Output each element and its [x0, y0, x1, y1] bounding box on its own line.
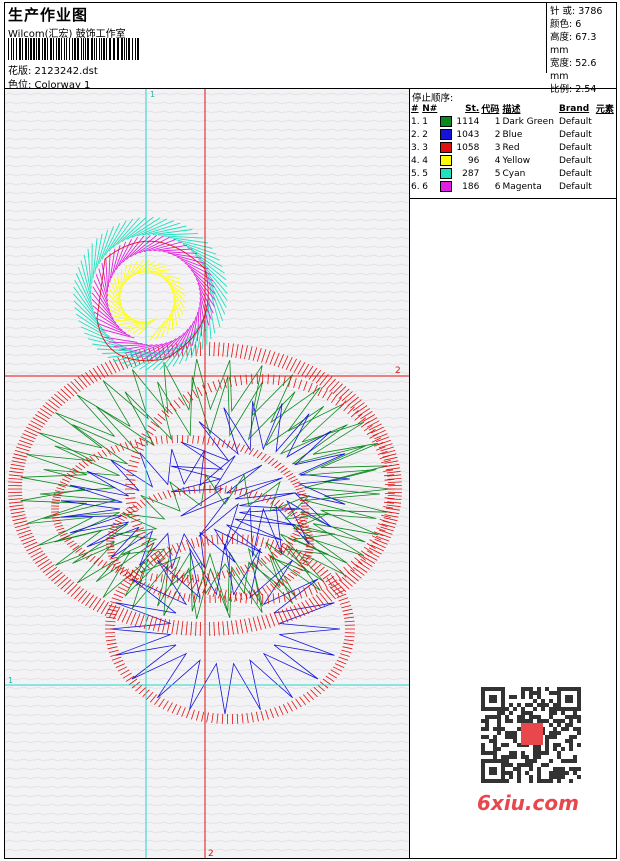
row-stitches: 287 — [462, 168, 480, 179]
row-index: 4. — [411, 155, 420, 166]
row-index: 1. — [411, 116, 420, 127]
col-num: N# — [422, 103, 438, 114]
barcode — [8, 38, 139, 60]
col-desc: 描述 — [502, 105, 521, 115]
embroidery-drawing: 1 2 1 2 — [5, 89, 409, 858]
color-table-header: # N# St. 代码 描述 Brand 元素 — [410, 102, 616, 116]
color-swatch — [440, 155, 453, 166]
stat-stitches: 针 或: 3786 — [550, 6, 603, 17]
color-row: 5. 5 287 5 Cyan Default — [410, 167, 616, 180]
row-code: 5 — [494, 168, 501, 179]
row-stitches: 1114 — [456, 116, 480, 127]
row-brand: Default — [558, 155, 592, 166]
row-description: Red — [502, 142, 520, 153]
color-row: 4. 4 96 4 Yellow Default — [410, 154, 616, 167]
row-code: 1 — [494, 116, 501, 127]
row-index: 5. — [411, 168, 420, 179]
worksheet: 生产作业图 Wilcom(汇宏) 鼓饰工作室 花版: 2123242.dst 色… — [4, 2, 617, 859]
col-stitches: St. — [465, 103, 480, 114]
color-swatch — [440, 116, 453, 127]
row-brand: Default — [558, 168, 592, 179]
qr-code-image — [479, 685, 583, 785]
row-element — [595, 167, 616, 180]
row-number: 1 — [422, 116, 428, 127]
color-swatch — [440, 168, 453, 179]
row-description: Cyan — [502, 168, 526, 179]
row-description: Yellow — [502, 155, 531, 166]
color-swatch — [440, 129, 453, 140]
row-description: Magenta — [502, 181, 542, 192]
row-element — [595, 180, 616, 193]
row-index: 3. — [411, 142, 420, 153]
row-stitches: 96 — [467, 155, 480, 166]
row-code: 4 — [494, 155, 501, 166]
row-swatch — [439, 154, 454, 167]
color-swatch — [440, 181, 453, 192]
stat-width: 宽度: 52.6 mm — [550, 58, 597, 82]
row-swatch — [439, 141, 454, 154]
row-number: 5 — [422, 168, 428, 179]
row-swatch — [439, 115, 454, 128]
row-swatch — [439, 128, 454, 141]
stats-box: 针 或: 3786 颜色: 6 高度: 67.3 mm 宽度: 52.6 mm … — [546, 3, 616, 95]
watermark: 6xiu.com — [471, 681, 589, 821]
row-element — [595, 115, 616, 128]
col-element: 元素 — [595, 105, 614, 115]
color-row: 1. 1 1114 1 Dark Green Default — [410, 115, 616, 128]
color-swatch — [440, 142, 453, 153]
row-description: Blue — [502, 129, 523, 140]
guide-label-left-1: 1 — [8, 676, 13, 685]
row-code: 6 — [494, 181, 501, 192]
col-code: 代码 — [481, 105, 500, 115]
row-stitches: 1058 — [456, 142, 480, 153]
row-number: 4 — [422, 155, 428, 166]
color-row: 6. 6 186 6 Magenta Default — [410, 180, 616, 193]
color-row: 3. 3 1058 3 Red Default — [410, 141, 616, 154]
row-stitches: 1043 — [456, 129, 480, 140]
row-stitches: 186 — [462, 181, 480, 192]
color-row: 2. 2 1043 2 Blue Default — [410, 128, 616, 141]
row-description: Dark Green — [502, 116, 554, 127]
header: 生产作业图 Wilcom(汇宏) 鼓饰工作室 花版: 2123242.dst 色… — [5, 3, 616, 95]
page-title: 生产作业图 — [8, 6, 89, 24]
stat-colors: 颜色: 6 — [550, 19, 582, 30]
row-number: 2 — [422, 129, 428, 140]
row-swatch — [439, 180, 454, 193]
guide-label-right-2: 2 — [395, 366, 401, 376]
design-canvas: 1 2 1 2 — [5, 89, 410, 858]
row-number: 6 — [422, 181, 428, 192]
guide-label-bottom-2: 2 — [208, 849, 214, 858]
row-index: 6. — [411, 181, 420, 192]
row-brand: Default — [558, 181, 592, 192]
row-swatch — [439, 167, 454, 180]
row-brand: Default — [558, 116, 592, 127]
color-table: # N# St. 代码 描述 Brand 元素 1. 1 1114 1 Dark Gre… — [410, 102, 616, 193]
row-code: 3 — [494, 142, 501, 153]
row-element — [595, 154, 616, 167]
row-number: 3 — [422, 142, 428, 153]
row-element — [595, 141, 616, 154]
row-element — [595, 128, 616, 141]
row-code: 2 — [494, 129, 501, 140]
row-brand: Default — [558, 129, 592, 140]
stat-height: 高度: 67.3 mm — [550, 32, 597, 56]
stop-sequence-panel: 停止顺序: # N# St. 代码 描述 Brand 元素 1. 1 1114 1 Da… — [410, 89, 616, 199]
row-brand: Default — [558, 142, 592, 153]
col-idx: # — [411, 103, 419, 114]
row-index: 2. — [411, 129, 420, 140]
design-file: 花版: 2123242.dst — [8, 66, 98, 77]
col-brand: Brand — [558, 103, 590, 114]
watermark-text: 6xiu.com — [477, 791, 579, 815]
guide-label-top-1: 1 — [150, 90, 155, 99]
col-swatch — [439, 102, 454, 115]
